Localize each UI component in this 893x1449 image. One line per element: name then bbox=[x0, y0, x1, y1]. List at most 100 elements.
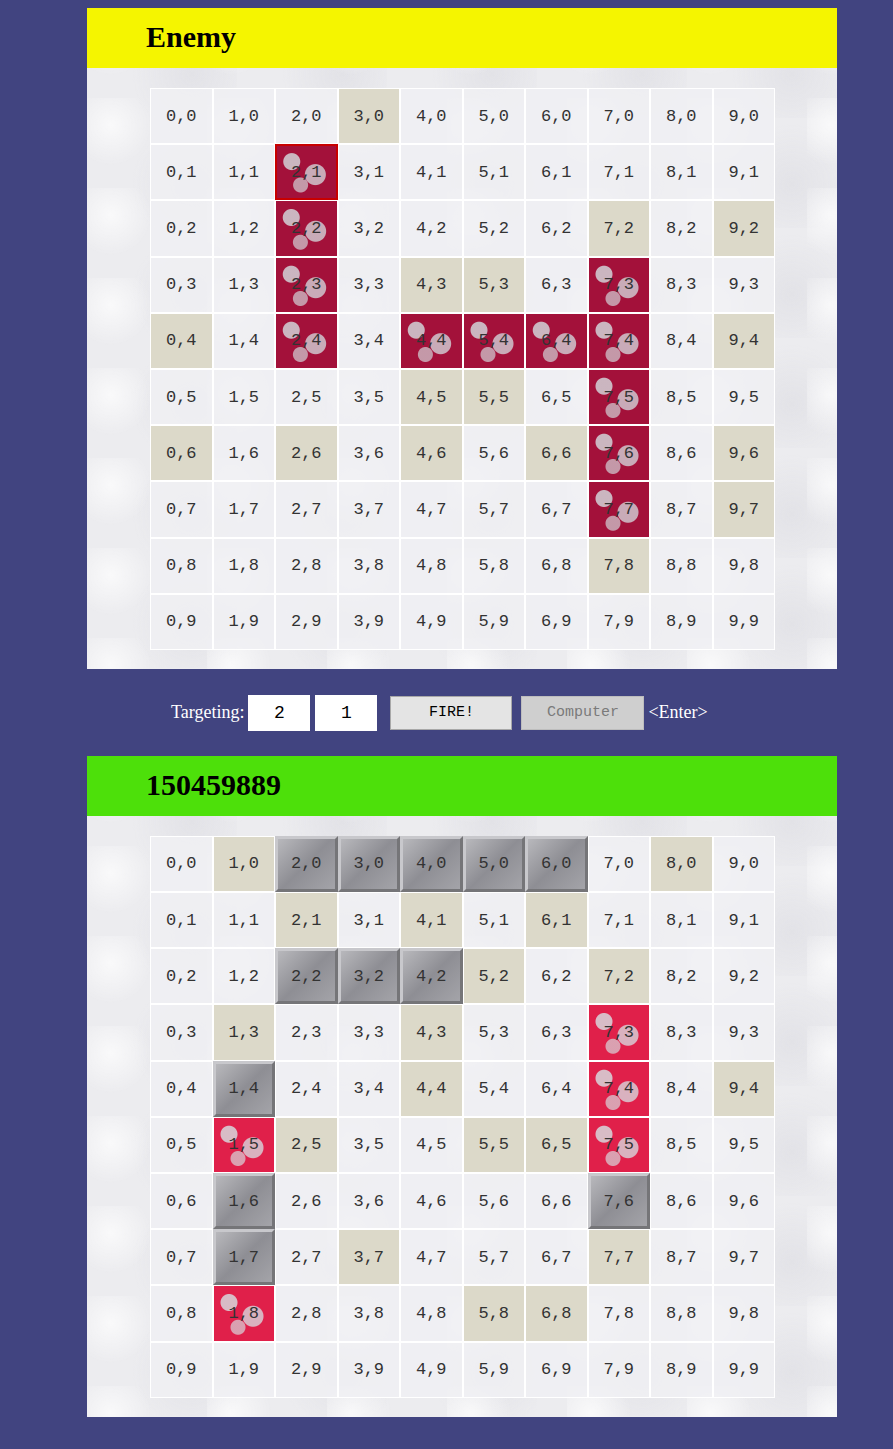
grid-cell[interactable]: 4,7 bbox=[400, 481, 463, 537]
grid-cell[interactable]: 8,5 bbox=[650, 369, 713, 425]
grid-cell[interactable]: 0,4 bbox=[150, 313, 213, 369]
grid-cell[interactable]: 0,5 bbox=[150, 369, 213, 425]
grid-cell[interactable]: 1,6 bbox=[213, 425, 276, 481]
grid-cell[interactable]: 3,3 bbox=[338, 257, 401, 313]
grid-cell[interactable]: 3,4 bbox=[338, 313, 401, 369]
grid-cell[interactable]: 4,4 bbox=[400, 313, 463, 369]
grid-cell[interactable]: 8,3 bbox=[650, 257, 713, 313]
grid-cell[interactable]: 6,2 bbox=[525, 200, 588, 256]
grid-cell[interactable]: 3,5 bbox=[338, 369, 401, 425]
grid-cell[interactable]: 9,3 bbox=[713, 257, 776, 313]
computer-button[interactable]: Computer bbox=[521, 696, 644, 730]
grid-cell[interactable]: 8,4 bbox=[650, 313, 713, 369]
grid-cell[interactable]: 1,8 bbox=[213, 538, 276, 594]
grid-cell[interactable]: 9,6 bbox=[713, 425, 776, 481]
grid-cell[interactable]: 5,3 bbox=[463, 257, 526, 313]
grid-cell[interactable]: 4,1 bbox=[400, 144, 463, 200]
grid-cell[interactable]: 2,1 bbox=[275, 144, 338, 200]
grid-cell[interactable]: 8,8 bbox=[650, 538, 713, 594]
grid-cell[interactable]: 7,5 bbox=[588, 369, 651, 425]
grid-cell[interactable]: 1,7 bbox=[213, 481, 276, 537]
grid-cell[interactable]: 7,9 bbox=[588, 594, 651, 650]
grid-cell[interactable]: 9,2 bbox=[713, 200, 776, 256]
grid-cell[interactable]: 7,7 bbox=[588, 481, 651, 537]
grid-cell[interactable]: 7,3 bbox=[588, 257, 651, 313]
grid-cell[interactable]: 6,7 bbox=[525, 481, 588, 537]
grid-cell[interactable]: 3,9 bbox=[338, 594, 401, 650]
grid-cell[interactable]: 9,8 bbox=[713, 538, 776, 594]
target-y-input[interactable] bbox=[315, 695, 377, 731]
grid-cell[interactable]: 5,4 bbox=[463, 313, 526, 369]
grid-cell[interactable]: 8,7 bbox=[650, 481, 713, 537]
grid-cell[interactable]: 2,3 bbox=[275, 257, 338, 313]
grid-cell[interactable]: 3,8 bbox=[338, 538, 401, 594]
grid-cell[interactable]: 3,1 bbox=[338, 144, 401, 200]
grid-cell[interactable]: 1,2 bbox=[213, 200, 276, 256]
grid-cell[interactable]: 4,2 bbox=[400, 200, 463, 256]
grid-cell[interactable]: 3,0 bbox=[338, 88, 401, 144]
grid-cell[interactable]: 2,2 bbox=[275, 200, 338, 256]
grid-cell[interactable]: 2,6 bbox=[275, 425, 338, 481]
grid-cell[interactable]: 5,0 bbox=[463, 88, 526, 144]
grid-cell[interactable]: 6,4 bbox=[525, 313, 588, 369]
grid-cell[interactable]: 1,1 bbox=[213, 144, 276, 200]
grid-cell[interactable]: 1,4 bbox=[213, 313, 276, 369]
grid-cell[interactable]: 9,5 bbox=[713, 369, 776, 425]
grid-cell[interactable]: 2,8 bbox=[275, 538, 338, 594]
grid-cell[interactable]: 8,6 bbox=[650, 425, 713, 481]
grid-cell[interactable]: 4,0 bbox=[400, 88, 463, 144]
grid-cell[interactable]: 2,7 bbox=[275, 481, 338, 537]
grid-cell[interactable]: 1,5 bbox=[213, 369, 276, 425]
grid-cell[interactable]: 0,3 bbox=[150, 257, 213, 313]
grid-cell[interactable]: 2,0 bbox=[275, 88, 338, 144]
grid-cell[interactable]: 2,5 bbox=[275, 369, 338, 425]
grid-cell[interactable]: 1,3 bbox=[213, 257, 276, 313]
fire-button[interactable]: FIRE! bbox=[390, 696, 512, 730]
grid-cell[interactable]: 4,5 bbox=[400, 369, 463, 425]
grid-cell[interactable]: 7,8 bbox=[588, 538, 651, 594]
grid-cell[interactable]: 7,2 bbox=[588, 200, 651, 256]
grid-cell[interactable]: 6,0 bbox=[525, 88, 588, 144]
grid-cell[interactable]: 9,0 bbox=[713, 88, 776, 144]
grid-cell[interactable]: 1,9 bbox=[213, 594, 276, 650]
grid-cell[interactable]: 8,9 bbox=[650, 594, 713, 650]
grid-cell[interactable]: 3,7 bbox=[338, 481, 401, 537]
grid-cell[interactable]: 9,1 bbox=[713, 144, 776, 200]
grid-cell[interactable]: 5,6 bbox=[463, 425, 526, 481]
grid-cell[interactable]: 0,9 bbox=[150, 594, 213, 650]
grid-cell[interactable]: 5,2 bbox=[463, 200, 526, 256]
grid-cell[interactable]: 9,4 bbox=[713, 313, 776, 369]
grid-cell[interactable]: 8,0 bbox=[650, 88, 713, 144]
grid-cell[interactable]: 4,3 bbox=[400, 257, 463, 313]
grid-cell[interactable]: 6,3 bbox=[525, 257, 588, 313]
grid-cell[interactable]: 5,1 bbox=[463, 144, 526, 200]
grid-cell[interactable]: 8,2 bbox=[650, 200, 713, 256]
grid-cell[interactable]: 6,8 bbox=[525, 538, 588, 594]
grid-cell[interactable]: 6,9 bbox=[525, 594, 588, 650]
grid-cell[interactable]: 6,6 bbox=[525, 425, 588, 481]
grid-cell[interactable]: 0,8 bbox=[150, 538, 213, 594]
grid-cell[interactable]: 4,9 bbox=[400, 594, 463, 650]
grid-cell[interactable]: 7,6 bbox=[588, 425, 651, 481]
grid-cell[interactable]: 0,1 bbox=[150, 144, 213, 200]
grid-cell[interactable]: 7,0 bbox=[588, 88, 651, 144]
grid-cell[interactable]: 0,2 bbox=[150, 200, 213, 256]
grid-cell[interactable]: 6,1 bbox=[525, 144, 588, 200]
grid-cell[interactable]: 4,6 bbox=[400, 425, 463, 481]
grid-cell[interactable]: 9,7 bbox=[713, 481, 776, 537]
grid-cell[interactable]: 9,9 bbox=[713, 594, 776, 650]
grid-cell[interactable]: 0,6 bbox=[150, 425, 213, 481]
grid-cell[interactable]: 5,7 bbox=[463, 481, 526, 537]
grid-cell[interactable]: 7,1 bbox=[588, 144, 651, 200]
grid-cell[interactable]: 6,5 bbox=[525, 369, 588, 425]
grid-cell[interactable]: 2,4 bbox=[275, 313, 338, 369]
grid-cell[interactable]: 5,9 bbox=[463, 594, 526, 650]
grid-cell[interactable]: 0,7 bbox=[150, 481, 213, 537]
grid-cell[interactable]: 3,6 bbox=[338, 425, 401, 481]
grid-cell[interactable]: 5,5 bbox=[463, 369, 526, 425]
grid-cell[interactable]: 2,9 bbox=[275, 594, 338, 650]
grid-cell[interactable]: 3,2 bbox=[338, 200, 401, 256]
grid-cell[interactable]: 7,4 bbox=[588, 313, 651, 369]
grid-cell[interactable]: 0,0 bbox=[150, 88, 213, 144]
grid-cell[interactable]: 1,0 bbox=[213, 88, 276, 144]
